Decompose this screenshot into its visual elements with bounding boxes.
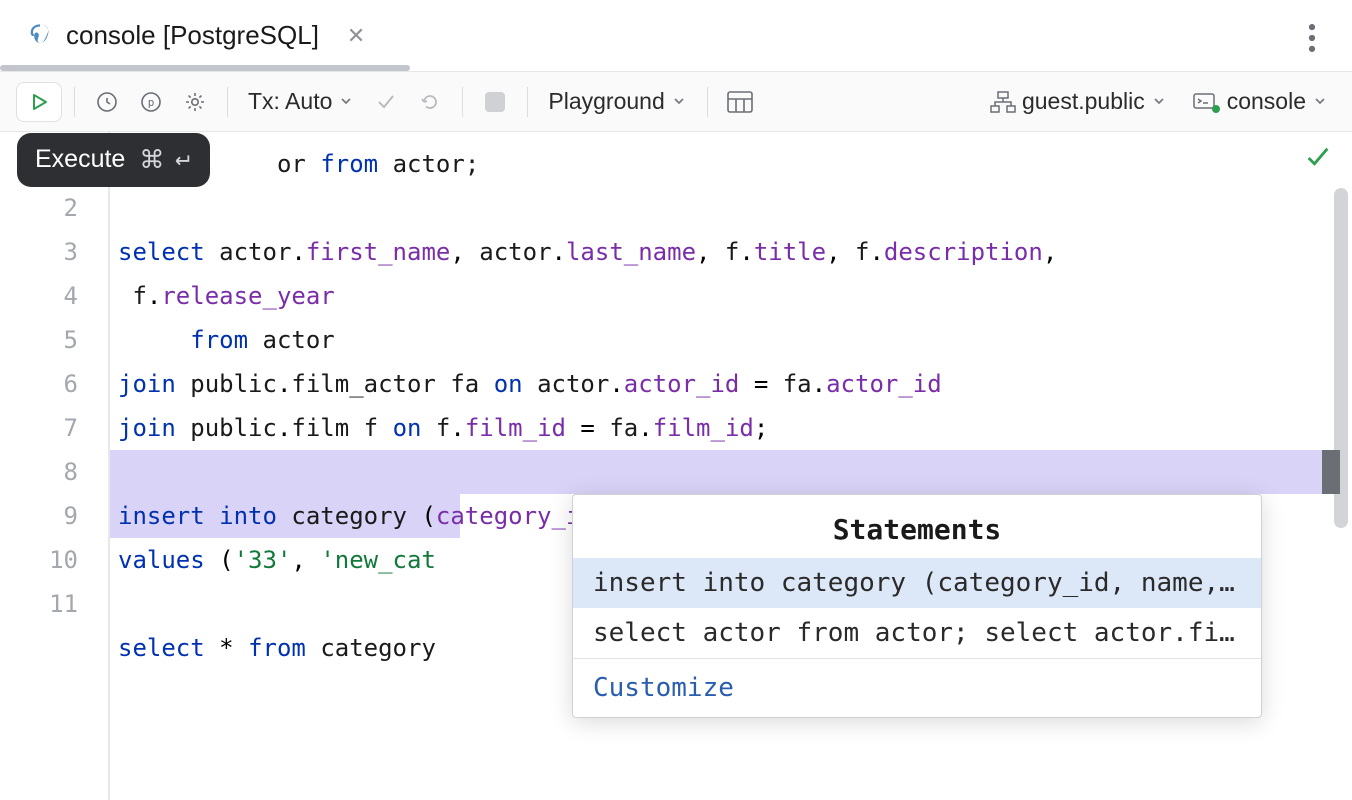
chevron-down-icon [671,88,687,115]
stop-button[interactable] [475,82,515,122]
separator [527,87,528,117]
popup-footer: Customize [573,658,1261,717]
code-line: select actor.first_name, actor.last_name… [110,230,1352,274]
line-number: 5 [0,318,108,362]
line-number: 9 [0,494,108,538]
line-number: 3 [0,230,108,274]
code-area[interactable]: or from actor; select actor.first_name, … [110,132,1352,800]
tab-console[interactable]: console [PostgreSQL] ✕ [20,12,383,59]
separator [707,87,708,117]
line-number: 10 [0,538,108,582]
customize-link[interactable]: Customize [593,673,734,703]
playground-dropdown[interactable]: Playground [540,88,694,115]
statement-option[interactable]: select actor from actor; select actor.fi… [573,608,1261,658]
execute-tooltip: Execute ⌘ [17,133,210,187]
execute-button[interactable]: Execute ⌘ [16,82,62,122]
line-number: 4 [0,274,108,318]
svg-text:p: p [148,96,155,109]
close-icon[interactable]: ✕ [347,23,365,49]
chevron-down-icon [1151,88,1167,115]
history-icon[interactable] [87,82,127,122]
stop-icon [485,92,505,112]
toolbar: Execute ⌘ p Tx: Auto Playground [0,72,1352,132]
tab-title: console [PostgreSQL] [66,20,319,51]
settings-icon[interactable] [175,82,215,122]
tooltip-label: Execute [35,145,125,174]
popup-title: Statements [573,495,1261,558]
code-line: join public.film f on f.film_id = fa.fil… [110,406,1352,450]
editor[interactable]: 1 2 3 4 5 6 7 8 9 10 11 or from actor; s… [0,132,1352,800]
selection-caret [1322,450,1340,494]
line-number: 6 [0,362,108,406]
line-number: 11 [0,582,108,626]
code-line [110,186,1352,230]
tab-underline [0,65,410,71]
statement-option[interactable]: insert into category (category_id, name,… [573,558,1261,608]
session-selector[interactable]: console [1185,88,1336,115]
commit-icon[interactable] [366,82,406,122]
analysis-ok-icon[interactable] [1304,144,1332,178]
line-number: 8 [0,450,108,494]
separator [227,87,228,117]
code-line: from actor [110,318,1352,362]
results-layout-icon[interactable] [720,82,760,122]
code-line: f.release_year [110,274,1352,318]
kebab-icon[interactable] [1302,24,1322,55]
line-number: 7 [0,406,108,450]
chevron-down-icon [1312,88,1328,115]
toolbar-right: guest.public console [982,88,1336,115]
explain-plan-icon[interactable]: p [131,82,171,122]
separator [462,87,463,117]
separator [74,87,75,117]
code-line [110,450,1352,494]
console-session-icon [1193,91,1221,113]
rollback-icon[interactable] [410,82,450,122]
schema-icon [990,91,1016,113]
postgresql-icon [26,22,54,50]
statements-popup: Statements insert into category (categor… [572,494,1262,718]
line-number: 2 [0,186,108,230]
tx-mode-dropdown[interactable]: Tx: Auto [240,88,362,115]
gutter: 1 2 3 4 5 6 7 8 9 10 11 [0,132,110,800]
schema-selector[interactable]: guest.public [982,88,1175,115]
tab-bar: console [PostgreSQL] ✕ [0,0,1352,72]
tooltip-shortcut: ⌘ [139,145,192,175]
code-line: or from actor; [110,142,1352,186]
code-line: join public.film_actor fa on actor.actor… [110,362,1352,406]
chevron-down-icon [338,88,354,115]
